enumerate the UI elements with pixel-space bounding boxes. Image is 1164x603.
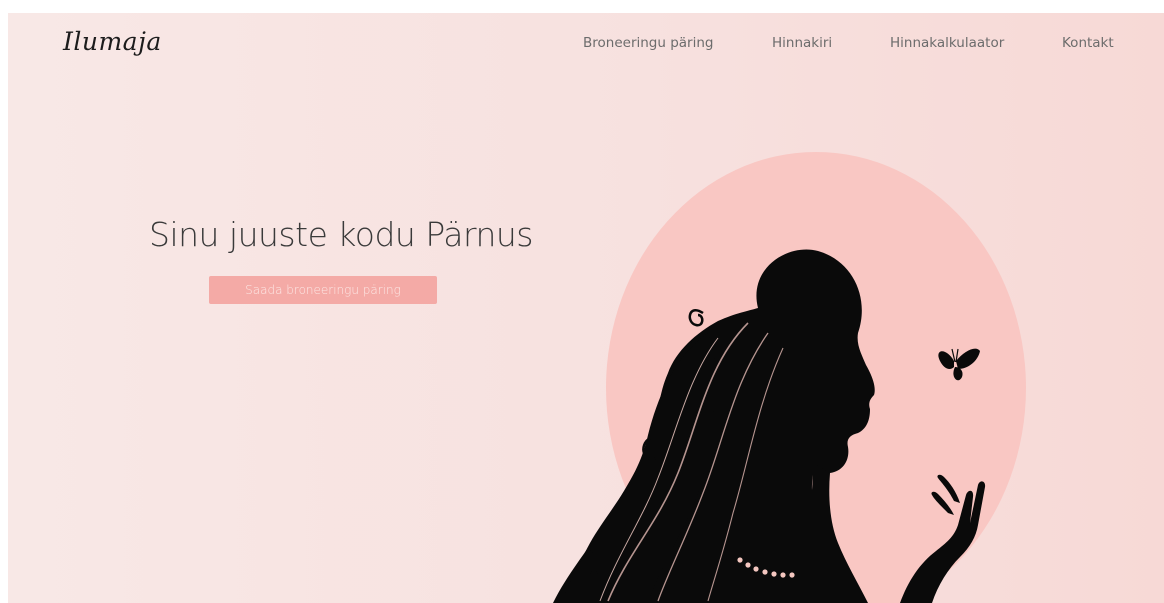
nav-item-price-list[interactable]: Hinnakiri (772, 35, 832, 51)
landing-page: Ilumaja Broneeringu päring Hinnakiri Hin… (8, 13, 1164, 603)
site-logo[interactable]: Ilumaja (63, 27, 162, 56)
nav-item-price-calculator[interactable]: Hinnakalkulaator (890, 35, 1004, 51)
hero-illustration (553, 152, 1026, 603)
booking-request-button[interactable]: Saada broneeringu päring (209, 276, 437, 304)
nav-item-booking-request[interactable]: Broneeringu päring (583, 35, 714, 51)
hero-title: Sinu juuste kodu Pärnus (149, 215, 533, 254)
nav-item-contact[interactable]: Kontakt (1062, 35, 1114, 51)
